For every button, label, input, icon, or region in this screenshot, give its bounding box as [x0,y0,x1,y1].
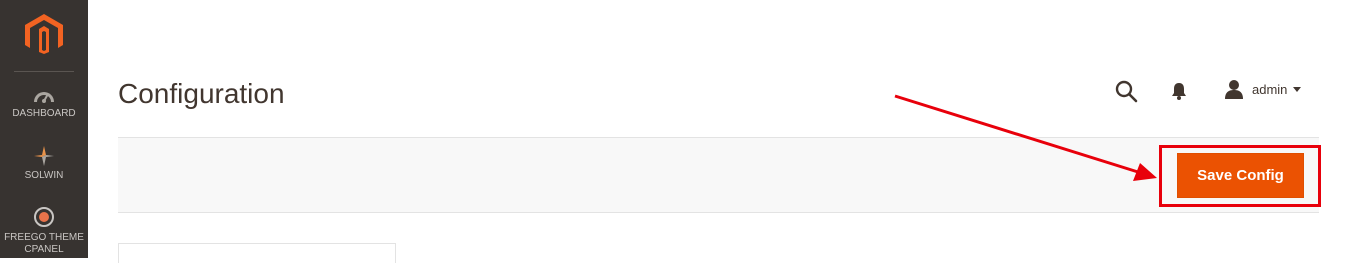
search-icon[interactable] [1114,79,1138,103]
dashboard-gauge-icon [34,92,54,103]
admin-sidebar: DASHBOARD SOLWIN FREEGO THEME CPANEL [0,0,88,258]
page-title: Configuration [118,78,285,109]
magento-logo-icon[interactable] [25,14,63,54]
user-account-menu[interactable]: admin [1224,78,1302,100]
sidebar-item-solwin[interactable]: SOLWIN [0,146,88,182]
annotation-arrow [894,94,1157,181]
page-actions-bar [118,137,1319,213]
sidebar-item-freego-theme-cpanel[interactable]: FREEGO THEME CPANEL [0,206,88,256]
chevron-down-icon [1293,86,1302,92]
sidebar-item-label: FREEGO THEME CPANEL [4,232,84,255]
config-scope-panel [118,243,396,263]
freego-target-icon [34,207,54,227]
solwin-icon [34,146,54,166]
save-config-button[interactable]: Save Config [1177,153,1304,198]
user-icon [1225,80,1243,99]
sidebar-divider [14,71,74,72]
sidebar-item-label: SOLWIN [24,170,64,181]
user-name: admin [1252,81,1288,97]
bell-icon[interactable] [1169,81,1189,101]
sidebar-item-dashboard[interactable]: DASHBOARD [0,86,88,120]
sidebar-item-label: DASHBOARD [12,108,76,119]
